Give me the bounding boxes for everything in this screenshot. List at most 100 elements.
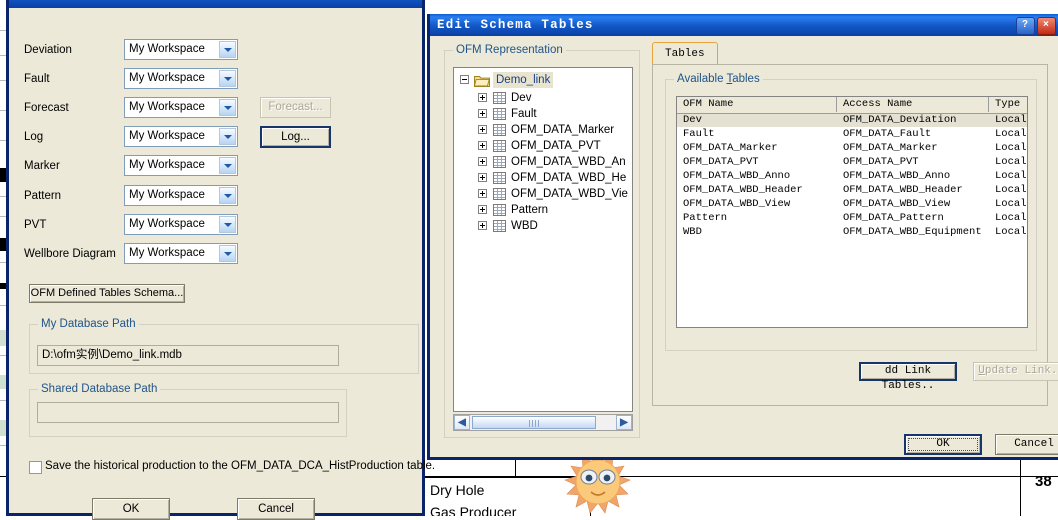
left-cancel-button[interactable]: Cancel [237, 498, 315, 520]
cell-access-name: OFM_DATA_Pattern [843, 212, 944, 224]
expand-icon[interactable] [478, 173, 487, 182]
cell-type: Local [995, 198, 1027, 210]
chevron-down-icon[interactable] [219, 157, 236, 174]
cell-type: Local [995, 184, 1027, 196]
expand-icon[interactable] [478, 109, 487, 118]
cell-ofm-name: WBD [683, 226, 702, 238]
marker-combo-value: My Workspace [129, 159, 205, 171]
deviation-combo[interactable]: My Workspace [124, 39, 238, 60]
ofm-representation-label: OFM Representation [453, 44, 566, 56]
table-row[interactable]: Fault OFM_DATA_Fault Local [677, 128, 1027, 141]
column-header-ofm-name[interactable]: OFM Name [677, 97, 837, 112]
expand-icon[interactable] [478, 141, 487, 150]
table-icon [493, 124, 506, 136]
expand-icon[interactable] [478, 189, 487, 198]
label-log: Log [24, 131, 44, 143]
table-icon [493, 188, 506, 200]
collapse-icon[interactable] [460, 75, 469, 84]
label-pattern: Pattern [24, 190, 62, 202]
ofm-defined-tables-schema-button[interactable]: OFM Defined Tables Schema... [29, 284, 185, 303]
table-icon [493, 92, 506, 104]
fault-combo[interactable]: My Workspace [124, 68, 238, 89]
expand-icon[interactable] [478, 205, 487, 214]
cell-type: Local [995, 156, 1027, 168]
right-dialog-titlebar[interactable]: Edit Schema Tables ? × [430, 14, 1058, 36]
table-row[interactable]: OFM_DATA_Marker OFM_DATA_Marker Local [677, 142, 1027, 155]
cell-ofm-name: Dev [683, 114, 702, 126]
right-dialog-body: OFM Representation Demo_link Dev Fault O… [430, 36, 1058, 457]
available-tables-group: Available Tables OFM Name Access Name Ty… [665, 73, 1037, 351]
wellbore-diagram-combo-value: My Workspace [129, 247, 205, 259]
table-row[interactable]: Dev OFM_DATA_Deviation Local [677, 114, 1027, 127]
chevron-down-icon[interactable] [219, 41, 236, 58]
right-cancel-button[interactable]: Cancel [995, 434, 1058, 455]
chevron-down-icon[interactable] [219, 187, 236, 204]
log-button[interactable]: Log... [260, 126, 331, 148]
left-dialog-titlebar[interactable] [9, 0, 422, 8]
edit-schema-tables-dialog: Edit Schema Tables ? × OFM Representatio… [427, 14, 1058, 460]
column-header-type[interactable]: Type [989, 97, 1027, 112]
table-row[interactable]: OFM_DATA_WBD_View OFM_DATA_WBD_View Loca… [677, 198, 1027, 211]
right-ok-button[interactable]: OK [904, 434, 982, 455]
pvt-combo[interactable]: My Workspace [124, 214, 238, 235]
cell-type: Local [995, 142, 1027, 154]
save-historical-production-checkbox[interactable] [29, 461, 42, 474]
chevron-down-icon[interactable] [219, 70, 236, 87]
forecast-combo-value: My Workspace [129, 101, 205, 113]
legend-label: Dry Hole [430, 482, 485, 498]
label-forecast: Forecast [24, 102, 69, 114]
chevron-down-icon[interactable] [219, 245, 236, 262]
cell-access-name: OFM_DATA_WBD_Header [843, 184, 963, 196]
shared-database-path-input[interactable] [37, 402, 339, 423]
table-row[interactable]: OFM_DATA_WBD_Header OFM_DATA_WBD_Header … [677, 184, 1027, 197]
available-tables-label: Available Tables [674, 73, 763, 85]
grid-header: OFM Name Access Name Type [677, 97, 1027, 114]
map-edge-label: 38 [1035, 473, 1052, 490]
cell-type: Local [995, 212, 1027, 224]
cell-access-name: OFM_DATA_Marker [843, 142, 938, 154]
forecast-button: Forecast... [260, 97, 331, 118]
my-database-path-input[interactable]: D:\ofm实例\Demo_link.mdb [37, 345, 339, 366]
chevron-down-icon[interactable] [219, 128, 236, 145]
cell-access-name: OFM_DATA_WBD_View [843, 198, 951, 210]
ofm-representation-tree[interactable]: Demo_link Dev Fault OFM_DATA_Marker OFM_… [453, 67, 633, 412]
expand-icon[interactable] [478, 93, 487, 102]
available-tables-grid[interactable]: OFM Name Access Name Type Dev OFM_DATA_D… [676, 96, 1028, 328]
wellbore-diagram-combo[interactable]: My Workspace [124, 243, 238, 264]
forecast-combo[interactable]: My Workspace [124, 97, 238, 118]
cell-ofm-name: OFM_DATA_PVT [683, 156, 759, 168]
scroll-thumb[interactable] [472, 416, 596, 429]
update-link-rest: pdate Link... [984, 365, 1058, 377]
help-button[interactable]: ? [1016, 17, 1035, 35]
left-ok-button[interactable]: OK [92, 498, 170, 520]
add-link-tables-button[interactable]: dd Link Tables.. [859, 362, 957, 392]
marker-combo[interactable]: My Workspace [124, 155, 238, 176]
chevron-down-icon[interactable] [219, 216, 236, 233]
save-historical-production-label: Save the historical production to the OF… [45, 460, 436, 472]
table-row[interactable]: Pattern OFM_DATA_Pattern Local [677, 212, 1027, 225]
scroll-right-icon[interactable]: ▶ [616, 415, 632, 430]
fault-combo-value: My Workspace [129, 72, 205, 84]
table-icon [493, 108, 506, 120]
available-tables-text-part: Available Tables [677, 73, 760, 85]
focus-ring [908, 438, 978, 451]
expand-icon[interactable] [478, 157, 487, 166]
table-row[interactable]: WBD OFM_DATA_WBD_Equipment Local [677, 226, 1027, 239]
expand-icon[interactable] [478, 221, 487, 230]
log-combo[interactable]: My Workspace [124, 126, 238, 147]
pattern-combo[interactable]: My Workspace [124, 185, 238, 206]
column-header-access-name[interactable]: Access Name [837, 97, 989, 112]
tree-horizontal-scrollbar[interactable]: ◀ ▶ [453, 414, 633, 431]
update-link-accel: U [978, 365, 985, 377]
right-dialog-title: Edit Schema Tables [437, 18, 594, 32]
tab-tables[interactable]: Tables [652, 42, 718, 65]
deviation-combo-value: My Workspace [129, 43, 205, 55]
table-row[interactable]: OFM_DATA_WBD_Anno OFM_DATA_WBD_Anno Loca… [677, 170, 1027, 183]
table-row[interactable]: OFM_DATA_PVT OFM_DATA_PVT Local [677, 156, 1027, 169]
close-button[interactable]: × [1037, 17, 1056, 35]
tree-node-label: Pattern [511, 204, 549, 216]
scroll-left-icon[interactable]: ◀ [454, 415, 470, 430]
label-deviation: Deviation [24, 44, 72, 56]
chevron-down-icon[interactable] [219, 99, 236, 116]
expand-icon[interactable] [478, 125, 487, 134]
